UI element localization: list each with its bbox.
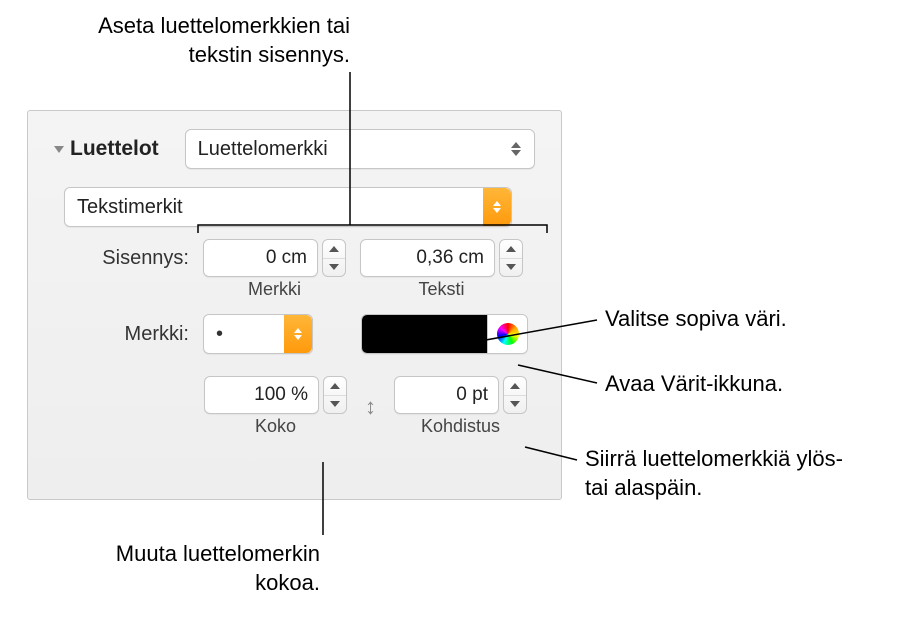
stepper-down-icon: [329, 264, 339, 270]
callout-size: Muuta luettelomerkin kokoa.: [80, 540, 320, 597]
stepper-up-icon: [506, 246, 516, 252]
list-format-panel: Luettelot Luettelomerkki Tekstimerkit Si…: [27, 110, 562, 500]
size-stepper[interactable]: [323, 376, 347, 414]
align-field: Kohdistus: [394, 376, 527, 437]
bullet-char-popup[interactable]: •: [203, 314, 313, 354]
indent-bullet-input[interactable]: [203, 239, 318, 277]
indent-text-input[interactable]: [360, 239, 495, 277]
align-input[interactable]: [394, 376, 499, 414]
callout-indent: Aseta luettelomerkkien tai tekstin sisen…: [70, 12, 350, 69]
size-align-row: Koko ↕ Kohdistus: [204, 376, 535, 437]
vertical-align-icon: ↕: [365, 394, 376, 420]
stepper-down-icon: [510, 401, 520, 407]
updown-icon: [483, 188, 511, 226]
size-sublabel: Koko: [255, 416, 296, 437]
indent-row: Sisennys: Merkki Teksti: [54, 239, 535, 300]
bullet-char-label: Merkki:: [54, 323, 189, 346]
callout-color-picker: Avaa Värit-ikkuna.: [605, 370, 783, 399]
section-disclosure[interactable]: Luettelot: [54, 137, 159, 161]
section-header-row: Luettelot Luettelomerkki: [54, 129, 535, 169]
align-stepper[interactable]: [503, 376, 527, 414]
color-wheel-icon: [497, 323, 519, 345]
indent-text-sublabel: Teksti: [418, 279, 464, 300]
updown-icon: [498, 130, 534, 168]
bullet-type-value: Tekstimerkit: [77, 196, 183, 219]
updown-icon: [284, 315, 312, 353]
indent-text-field: Teksti: [360, 239, 523, 300]
bullet-type-popup[interactable]: Tekstimerkit: [64, 187, 512, 227]
bullet-char-row: Merkki: •: [54, 314, 535, 354]
bullet-color-control: [361, 314, 528, 354]
indent-bullet-stepper[interactable]: [322, 239, 346, 277]
indent-bullet-sublabel: Merkki: [248, 279, 301, 300]
stepper-down-icon: [506, 264, 516, 270]
section-title: Luettelot: [70, 137, 159, 161]
callout-color-swatch: Valitse sopiva väri.: [605, 305, 787, 334]
list-type-value: Luettelomerkki: [198, 138, 328, 161]
stepper-down-icon: [330, 401, 340, 407]
bullet-color-swatch[interactable]: [362, 315, 487, 353]
list-type-popup[interactable]: Luettelomerkki: [185, 129, 535, 169]
indent-label: Sisennys:: [54, 239, 189, 270]
stepper-up-icon: [330, 383, 340, 389]
bullet-color-picker-button[interactable]: [487, 315, 527, 353]
callout-align: Siirrä luettelomerkkiä ylös- tai alaspäi…: [585, 445, 845, 502]
indent-bullet-field: Merkki: [203, 239, 346, 300]
bullet-char-value: •: [216, 323, 223, 346]
stepper-up-icon: [510, 383, 520, 389]
indent-text-stepper[interactable]: [499, 239, 523, 277]
chevron-down-icon: [54, 146, 64, 153]
stepper-up-icon: [329, 246, 339, 252]
size-field: Koko: [204, 376, 347, 437]
size-input[interactable]: [204, 376, 319, 414]
align-sublabel: Kohdistus: [421, 416, 500, 437]
